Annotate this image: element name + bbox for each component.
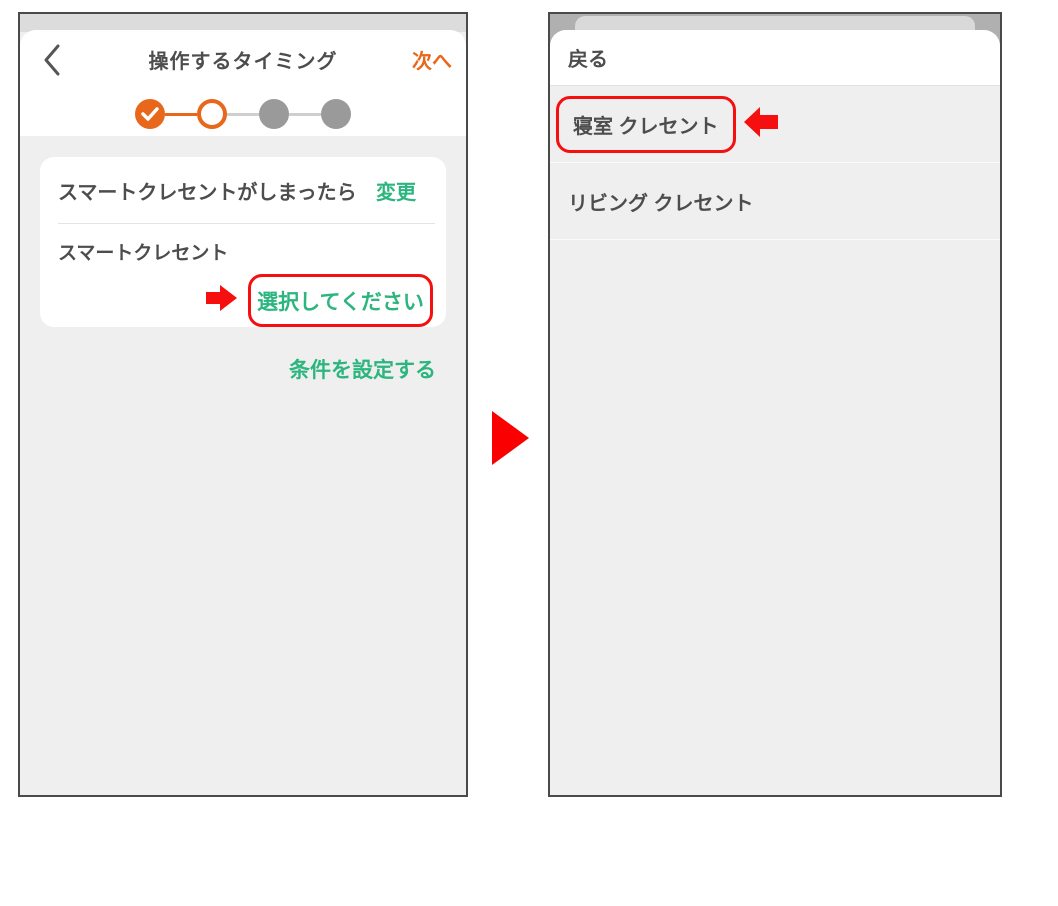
annotation-arrow-right-icon [206, 285, 237, 316]
device-name-label: 寝室 クレセント [556, 96, 736, 153]
change-button[interactable]: 変更 [376, 176, 416, 205]
progress-stepper [20, 99, 466, 129]
transition-arrow-icon [492, 411, 529, 470]
back-chevron-icon[interactable] [42, 44, 62, 76]
trigger-row: スマートクレセントがしまったら 変更 [40, 157, 446, 223]
trigger-condition-label: スマートクレセントがしまったら [58, 176, 357, 205]
annotation-arrow-left-icon [744, 107, 778, 142]
device-select-row: 選択してください [40, 274, 446, 327]
trigger-settings-card: スマートクレセントがしまったら 変更 スマートクレセント 選択してください [40, 157, 446, 327]
step-2-current-icon [197, 99, 227, 129]
device-name-label: リビング クレセント [550, 187, 754, 216]
step-connector [289, 113, 321, 116]
back-button-label: 戻る [568, 43, 608, 72]
screen-operation-timing: 操作するタイミング 次へ スマートクレセントがしまったら 変更 スマートクレセン… [18, 12, 468, 797]
device-picker-sheet: 戻る 寝室 クレセント リビング クレセント [550, 30, 1000, 795]
nav-bar: 操作するタイミング 次へ [20, 30, 466, 88]
step-4-upcoming-icon [321, 99, 351, 129]
step-connector [165, 113, 197, 116]
list-item-bedroom-crescent[interactable]: 寝室 クレセント [550, 86, 1000, 163]
select-device-button[interactable]: 選択してください [248, 274, 433, 327]
next-button[interactable]: 次へ [412, 45, 452, 74]
select-device-placeholder: 選択してください [257, 286, 424, 316]
step-1-done-icon [135, 99, 165, 129]
step-connector [227, 113, 259, 116]
back-button[interactable]: 戻る [550, 30, 1000, 86]
page-title: 操作するタイミング [20, 45, 466, 74]
step-3-upcoming-icon [259, 99, 289, 129]
header: 操作するタイミング 次へ [20, 30, 466, 136]
set-condition-link[interactable]: 条件を設定する [289, 354, 436, 384]
screen-device-picker: 戻る 寝室 クレセント リビング クレセント [548, 12, 1002, 797]
device-type-label: スマートクレセント [40, 224, 446, 265]
list-item-living-crescent[interactable]: リビング クレセント [550, 163, 1000, 240]
